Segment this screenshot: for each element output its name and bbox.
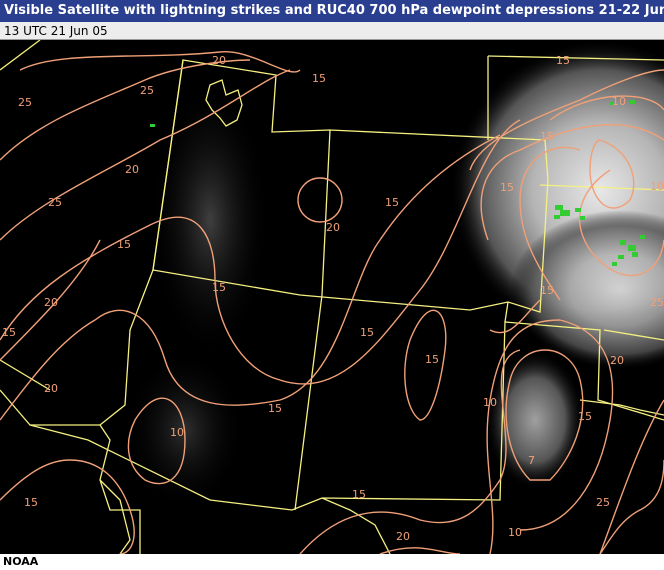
contour-label: 15 <box>2 326 16 339</box>
map-canvas: 25 20 15 25 20 25 15 20 15 15 15 20 15 1… <box>0 40 664 554</box>
contour-label: 25 <box>596 496 610 509</box>
contour-label: 15 <box>540 284 554 297</box>
contour-label: 20 <box>212 54 226 67</box>
contour-label: 10 <box>508 526 522 539</box>
contour-label: 15 <box>24 496 38 509</box>
contour-label: 20 <box>44 296 58 309</box>
contour-label: 7 <box>528 454 535 467</box>
contour-label: 15 <box>212 281 226 294</box>
contour-label: 15 <box>352 488 366 501</box>
contour-label: 10 <box>612 95 626 108</box>
contour-label: 10 <box>650 180 664 193</box>
contour-label: 25 <box>650 296 664 309</box>
contour-label: 10 <box>483 396 497 409</box>
map-title: Visible Satellite with lightning strikes… <box>0 0 664 22</box>
satellite-map: 25 20 15 25 20 25 15 20 15 15 15 20 15 1… <box>0 40 664 554</box>
contour-label: 20 <box>610 354 624 367</box>
footer-credit: NOAA <box>0 554 664 570</box>
contour-label: 25 <box>140 84 154 97</box>
contour-label: 20 <box>125 163 139 176</box>
contour-label: 20 <box>44 382 58 395</box>
contour-label: 15 <box>385 196 399 209</box>
timestamp: 13 UTC 21 Jun 05 <box>0 22 664 40</box>
contour-label: 15 <box>500 181 514 194</box>
contour-label: 15 <box>268 402 282 415</box>
contour-label: 15 <box>117 238 131 251</box>
contour-label: 15 <box>425 353 439 366</box>
contour-label: 15 <box>556 54 570 67</box>
contour-label: 15 <box>540 130 554 143</box>
cloud-cover <box>125 40 664 510</box>
contour-label: 25 <box>18 96 32 109</box>
contour-label: 15 <box>578 410 592 423</box>
contour-label: 20 <box>396 530 410 543</box>
contour-label: 15 <box>312 72 326 85</box>
contour-label: 20 <box>326 221 340 234</box>
contour-label: 25 <box>48 196 62 209</box>
contour-label: 15 <box>360 326 374 339</box>
contour-label: 10 <box>170 426 184 439</box>
